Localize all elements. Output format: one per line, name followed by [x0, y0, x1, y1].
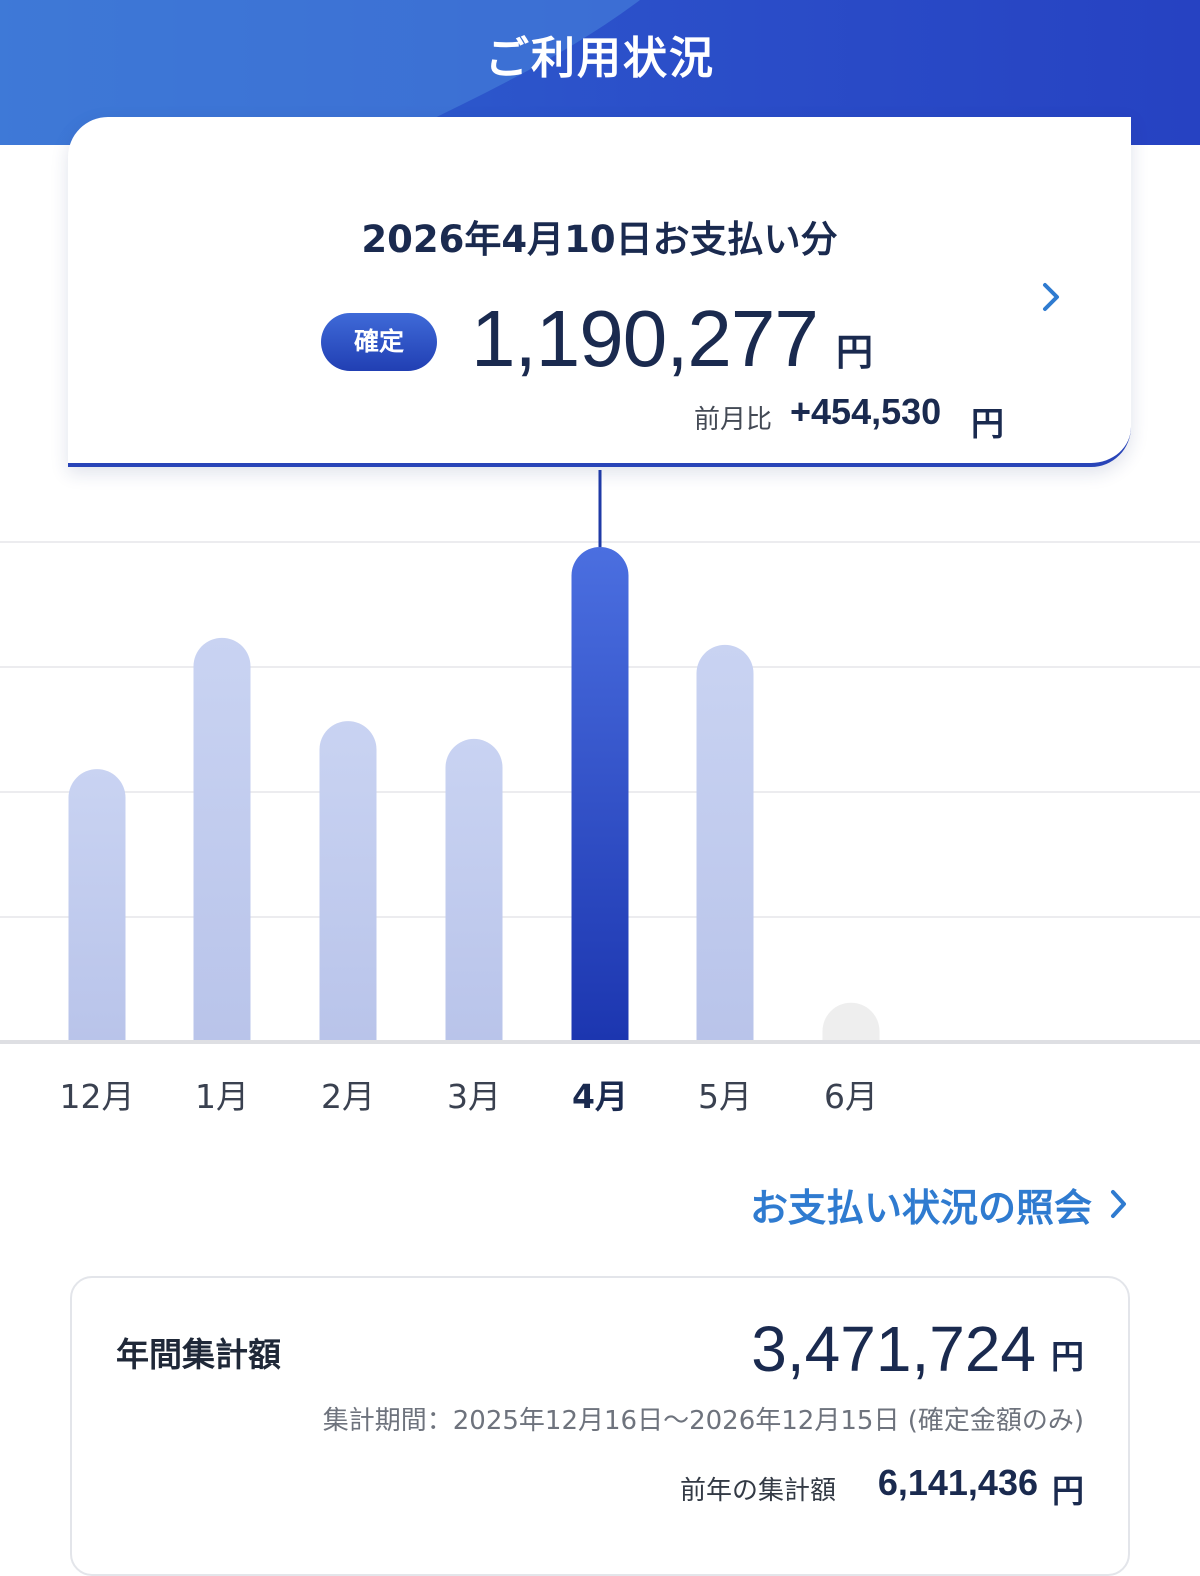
page-title: ご利用状況 — [485, 33, 715, 84]
month-diff-value: +454,530 — [790, 391, 942, 432]
monthly-usage-chart: 12月 1月 2月 3月 4月 5月 6月 — [0, 470, 1200, 1120]
payment-amount-unit: 円 — [836, 331, 873, 374]
annual-total-label: 年間集計額 — [116, 1335, 281, 1374]
x-tick-label[interactable]: 12月 — [37, 1070, 157, 1118]
previous-year-unit: 円 — [1051, 1472, 1084, 1510]
x-tick-label[interactable]: 6月 — [791, 1070, 911, 1118]
month-axis-labels: 12月 1月 2月 3月 4月 5月 6月 — [0, 1070, 1200, 1120]
bar-1月[interactable] — [193, 637, 251, 1040]
status-badge: 確定 — [321, 313, 437, 371]
chevron-right-icon[interactable] — [1038, 279, 1066, 315]
bar-5月[interactable] — [696, 644, 754, 1040]
month-diff-unit: 円 — [971, 404, 1004, 443]
bar-3月[interactable] — [445, 738, 503, 1040]
annual-total-card: 年間集計額 3,471,724 円 集計期間：2025年12月16日〜2026年… — [70, 1276, 1130, 1576]
x-tick-label[interactable]: 4月 — [540, 1070, 660, 1118]
annual-total-unit: 円 — [1051, 1337, 1084, 1376]
month-diff-label: 前月比 — [694, 405, 773, 435]
aggregation-period: 集計期間：2025年12月16日〜2026年12月15日 (確定金額のみ) — [322, 1406, 1084, 1436]
payment-summary-card[interactable]: 2026年4月10日お支払い分 確定 1,190,277 円 前月比 +454,… — [68, 117, 1131, 467]
payment-status-link[interactable]: お支払い状況の照会 — [700, 1176, 1130, 1232]
chevron-right-icon — [1108, 1187, 1130, 1221]
previous-year-label: 前年の集計額 — [680, 1476, 837, 1506]
bar-4月[interactable] — [571, 547, 629, 1040]
x-tick-label[interactable]: 3月 — [414, 1070, 534, 1118]
annual-total-amount: 3,471,724 — [751, 1313, 1036, 1385]
payment-amount: 1,190,277 — [471, 294, 819, 383]
bar-6月[interactable] — [822, 1002, 880, 1040]
x-tick-label[interactable]: 1月 — [162, 1070, 282, 1118]
payment-status-link-label: お支払い状況の照会 — [749, 1185, 1092, 1230]
previous-year-amount: 6,141,436 — [877, 1462, 1038, 1503]
bar-2月[interactable] — [319, 721, 377, 1040]
x-tick-label[interactable]: 2月 — [288, 1070, 408, 1118]
payment-date-label: 2026年4月10日お支払い分 — [361, 218, 838, 261]
bar-chart-canvas — [0, 470, 1200, 1044]
x-tick-label[interactable]: 5月 — [665, 1070, 785, 1118]
bar-12月[interactable] — [68, 769, 126, 1040]
